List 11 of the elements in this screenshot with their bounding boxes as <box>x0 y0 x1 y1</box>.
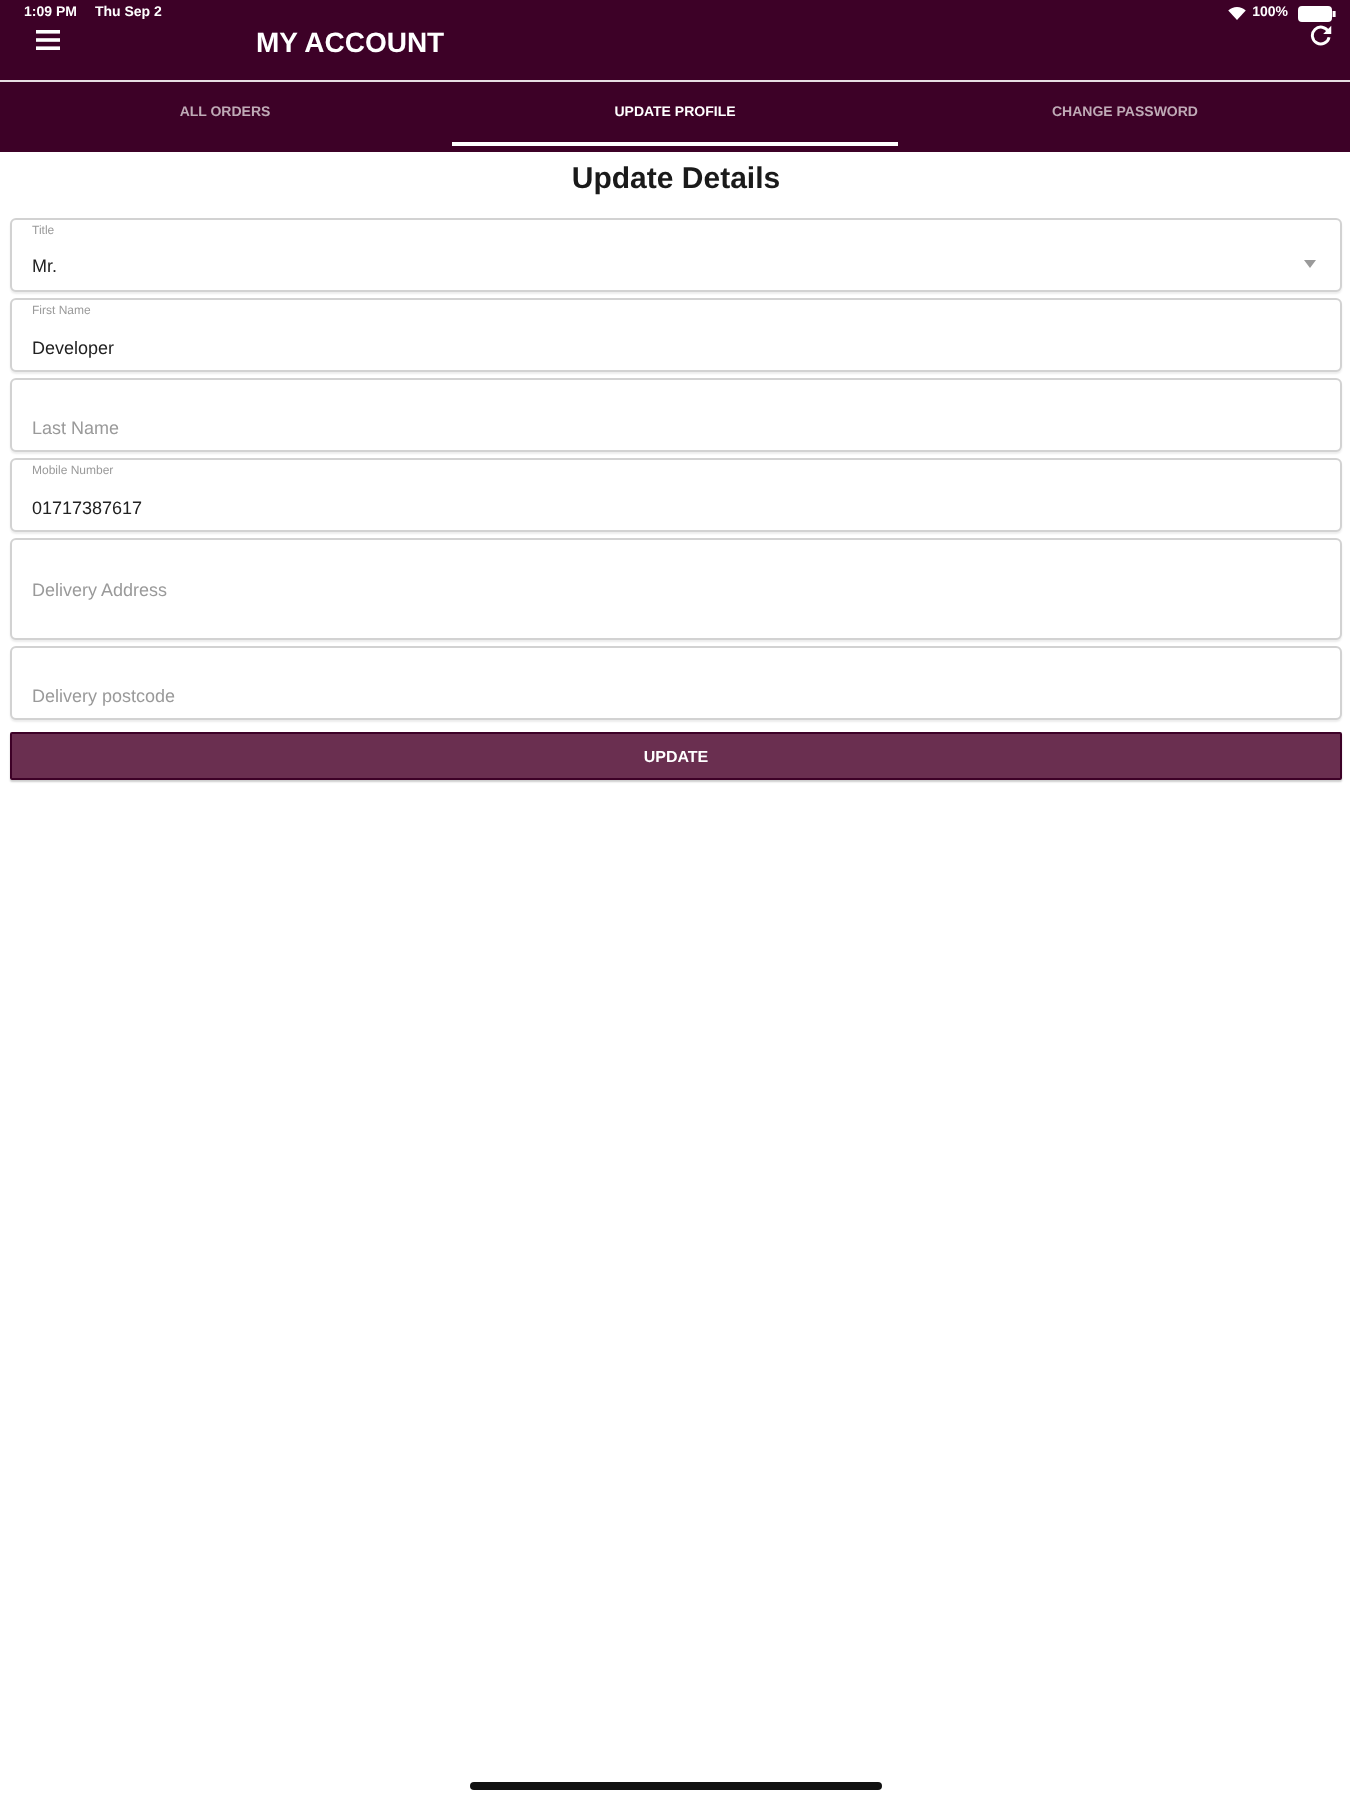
battery-icon <box>1298 5 1336 21</box>
caret-icon <box>1304 259 1316 267</box>
update-button[interactable]: UPDATE <box>10 732 1342 780</box>
form-heading: Update Details <box>569 162 783 198</box>
wifi-icon <box>1228 6 1247 20</box>
input-field[interactable]: Delivery Address <box>10 538 1342 640</box>
page-title: MY ACCOUNT <box>256 28 445 56</box>
input-field[interactable]: Delivery postcode <box>10 646 1342 720</box>
menu-icon[interactable] <box>36 30 60 50</box>
input-field[interactable]: Last Name <box>10 378 1342 452</box>
refresh-icon[interactable] <box>1310 24 1332 46</box>
